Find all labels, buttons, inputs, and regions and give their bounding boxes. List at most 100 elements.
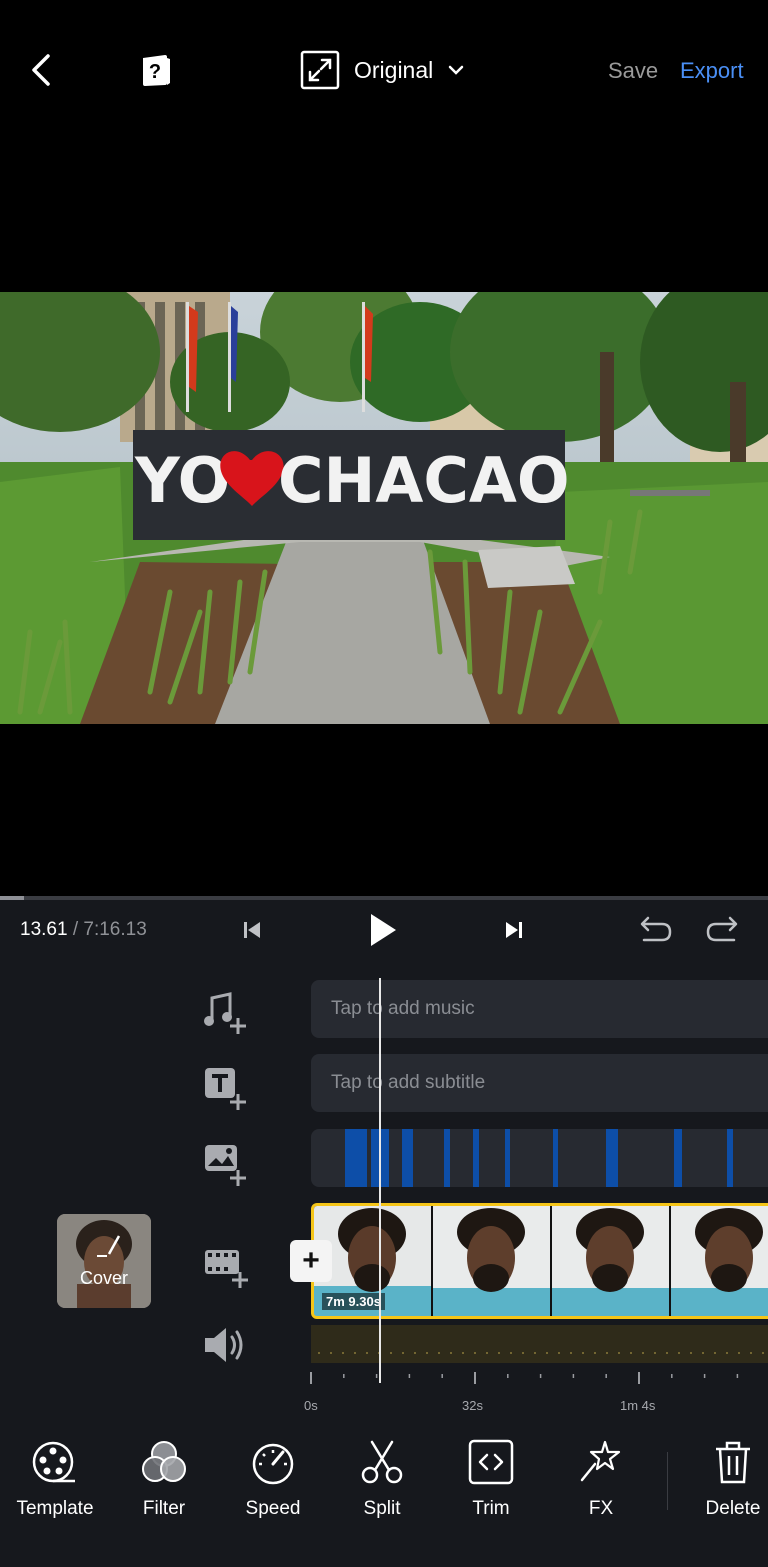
audio-wave-dot (750, 1352, 752, 1354)
audio-wave-dot (702, 1352, 704, 1354)
speed-icon (249, 1438, 297, 1486)
time-separator: / (67, 919, 84, 940)
clip-frame (671, 1206, 768, 1316)
tool-label: Delete (705, 1498, 761, 1519)
audio-wave-dot (534, 1352, 536, 1354)
audio-wave-dot (474, 1352, 476, 1354)
audio-wave-dot (486, 1352, 488, 1354)
toolbar-divider (667, 1452, 668, 1510)
audio-wave-dot (390, 1352, 392, 1354)
add-music-icon[interactable] (202, 990, 252, 1036)
audio-wave-dot (642, 1352, 644, 1354)
audio-wave-dot (570, 1352, 572, 1354)
tool-label: Template (16, 1498, 94, 1519)
audio-wave-dot (690, 1352, 692, 1354)
audio-wave-dot (630, 1352, 632, 1354)
audio-wave-dot (666, 1352, 668, 1354)
ruler-label: 1m 4s (620, 1398, 656, 1413)
trash-icon (709, 1438, 757, 1486)
audio-wave-dot (438, 1352, 440, 1354)
redo-icon[interactable] (704, 910, 744, 950)
save-button[interactable]: Save (608, 58, 658, 84)
audio-wave-dot (522, 1352, 524, 1354)
clip-frame (552, 1206, 671, 1316)
sign-text-left: YO (134, 444, 230, 517)
overlay-marker[interactable] (505, 1129, 510, 1187)
delete-tool[interactable]: Delete (683, 1438, 768, 1520)
back-icon[interactable] (22, 50, 62, 90)
fx-tool[interactable]: FX (551, 1438, 651, 1520)
overlay-marker[interactable] (674, 1129, 682, 1187)
clip-duration: 7m 9.30s (322, 1293, 385, 1310)
split-tool[interactable]: Split (332, 1438, 432, 1520)
preview-frame: YO CHACAO (0, 292, 768, 724)
ruler-label: 0s (304, 1398, 318, 1413)
audio-wave-dot (414, 1352, 416, 1354)
audio-wave-dot (762, 1352, 764, 1354)
cover-label: Cover (79, 1268, 128, 1288)
overlay-marker[interactable] (473, 1129, 479, 1187)
overlay-marker[interactable] (402, 1129, 413, 1187)
timeline-ruler[interactable]: 0s 32s 1m 4s (300, 1368, 768, 1413)
undo-icon[interactable] (634, 910, 674, 950)
speed-tool[interactable]: Speed (223, 1438, 323, 1520)
svg-text:?: ? (149, 61, 161, 83)
tool-label: Speed (245, 1498, 301, 1519)
tool-label: FX (588, 1498, 614, 1519)
audio-wave-dot (654, 1352, 656, 1354)
add-clip-button[interactable]: + (290, 1240, 332, 1282)
ruler-label: 32s (462, 1398, 483, 1413)
music-placeholder: Tap to add music (331, 998, 475, 1019)
tool-label: Split (363, 1498, 401, 1519)
skip-forward-icon[interactable] (494, 910, 534, 950)
volume-icon[interactable] (202, 1322, 252, 1368)
current-time: 13.61 (20, 919, 68, 940)
help-book-icon[interactable]: ? (136, 50, 176, 90)
total-time: 7:16.13 (83, 919, 147, 940)
playback-progress-track[interactable] (0, 896, 768, 900)
skip-back-icon[interactable] (232, 910, 272, 950)
overlay-marker[interactable] (444, 1129, 450, 1187)
add-text-icon[interactable] (202, 1064, 252, 1110)
template-tool[interactable]: Template (5, 1438, 105, 1520)
audio-wave-dot (546, 1352, 548, 1354)
aspect-ratio-dropdown[interactable]: Original (300, 50, 465, 90)
audio-wave-dot (330, 1352, 332, 1354)
cover-image (57, 1214, 151, 1308)
overlay-marker[interactable] (345, 1129, 367, 1187)
clip-frame (433, 1206, 552, 1316)
export-button[interactable]: Export (680, 58, 744, 84)
overlay-marker[interactable] (553, 1129, 558, 1187)
filter-tool[interactable]: Filter (114, 1438, 214, 1520)
audio-wave-dot (342, 1352, 344, 1354)
trim-icon (467, 1438, 515, 1486)
add-clip-icon[interactable] (202, 1244, 252, 1290)
filter-icon (140, 1438, 188, 1486)
audio-wave-dot (426, 1352, 428, 1354)
cover-thumbnail[interactable]: Cover (57, 1214, 151, 1308)
overlay-marker[interactable] (606, 1129, 618, 1187)
top-bar: ? Original Save Export (0, 0, 768, 140)
overlay-marker[interactable] (727, 1129, 733, 1187)
video-preview[interactable]: YO CHACAO (0, 292, 768, 724)
add-overlay-icon[interactable] (202, 1140, 252, 1186)
fx-icon (577, 1438, 625, 1486)
template-icon (31, 1438, 79, 1486)
audio-wave-dot (606, 1352, 608, 1354)
aspect-label: Original (354, 56, 434, 83)
trim-tool[interactable]: Trim (441, 1438, 541, 1520)
audio-wave-dot (402, 1352, 404, 1354)
tool-label: Filter (142, 1498, 186, 1519)
audio-wave-dot (354, 1352, 356, 1354)
audio-wave-dot (582, 1352, 584, 1354)
audio-wave-dot (318, 1352, 320, 1354)
play-icon[interactable] (362, 910, 402, 950)
playhead[interactable] (379, 978, 381, 1383)
audio-wave-dot (738, 1352, 740, 1354)
audio-wave-dot (678, 1352, 680, 1354)
audio-wave-dot (462, 1352, 464, 1354)
audio-wave-dot (594, 1352, 596, 1354)
chevron-down-icon (449, 65, 464, 75)
audio-wave-dot (618, 1352, 620, 1354)
resize-icon (300, 50, 340, 90)
